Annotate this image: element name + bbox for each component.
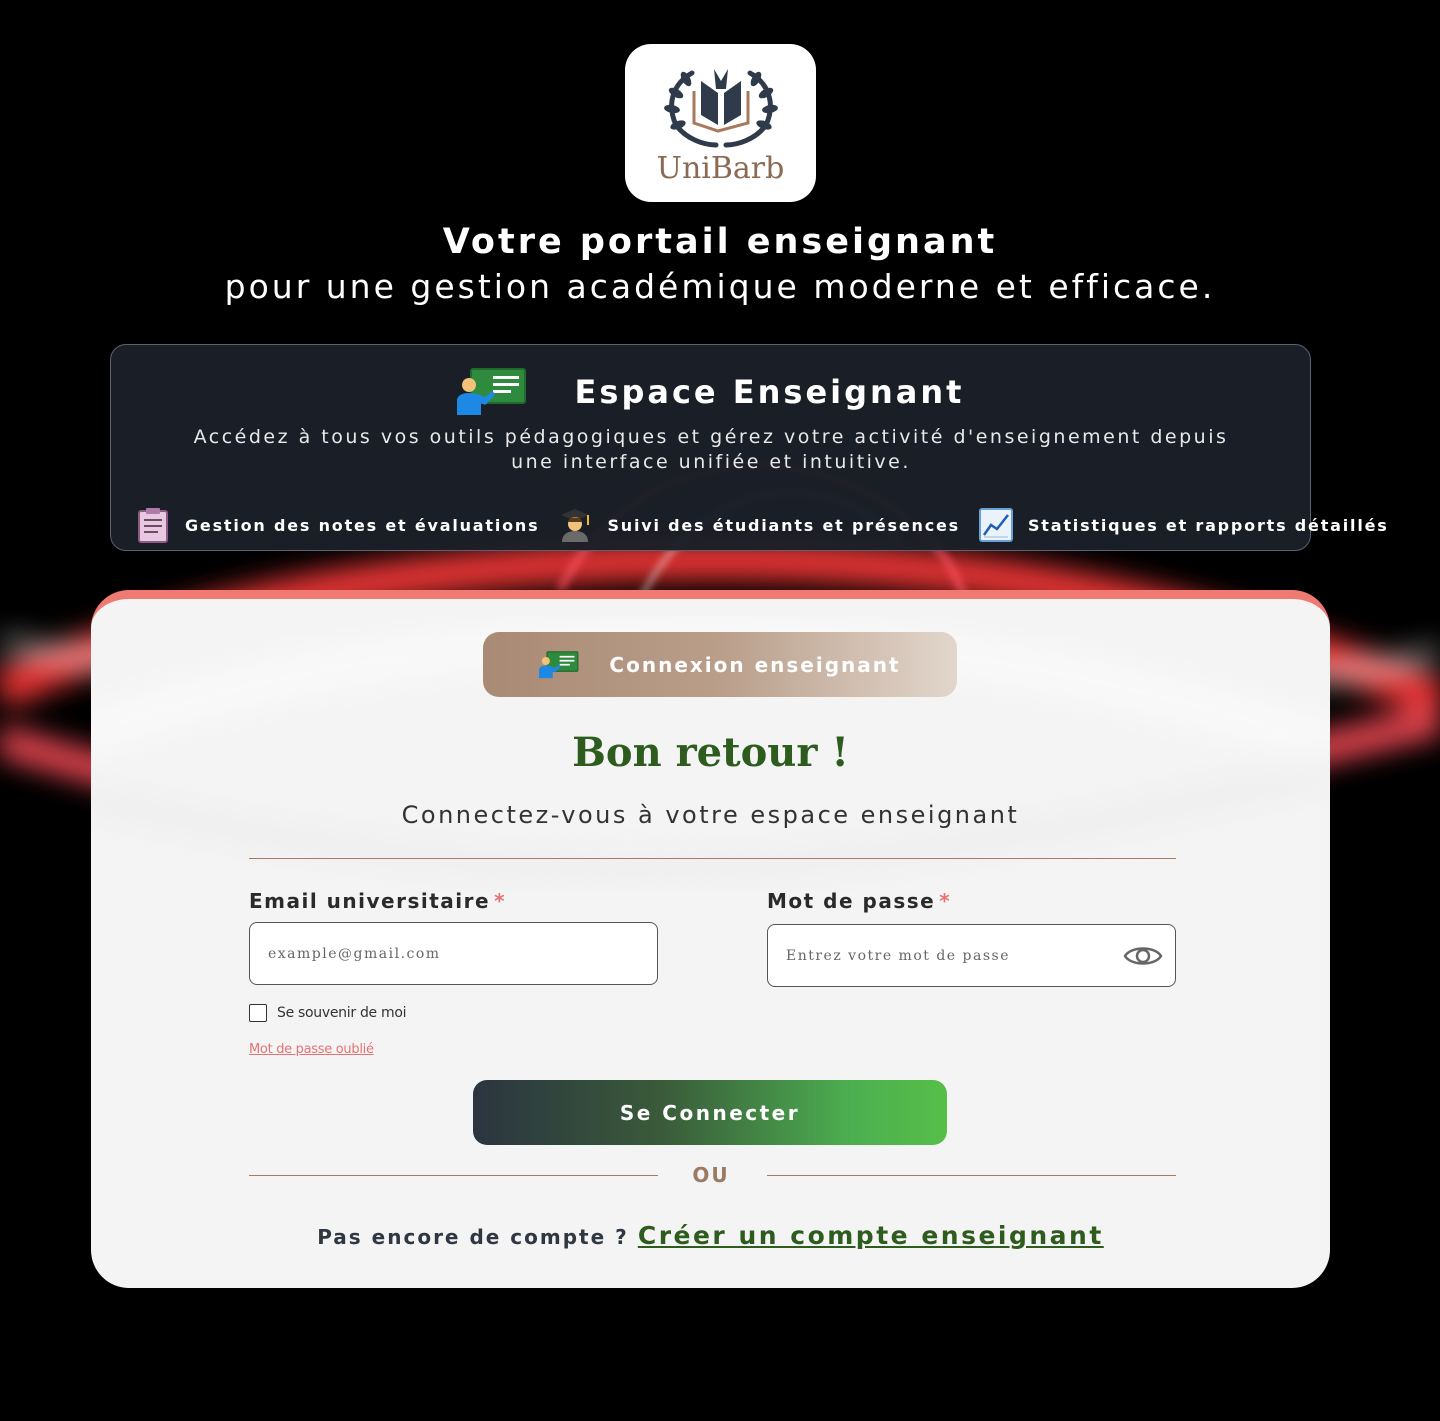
teacher-login-badge: Connexion enseignant [483,632,957,697]
laurel-book-icon [663,68,778,147]
feature-list: Gestion des notes et évaluations Suivi d… [135,507,1407,543]
welcome-heading: Bon retour ! [572,729,849,776]
email-label-text: Email universitaire [249,889,491,913]
feature-label: Suivi des étudiants et présences [607,515,960,535]
password-label: Mot de passe * [767,889,951,913]
or-divider-right [767,1175,1176,1176]
feature-item: Gestion des notes et évaluations [135,507,539,543]
required-mark: * [939,889,952,913]
password-label-text: Mot de passe [767,889,936,913]
feature-label: Statistiques et rapports détaillés [1027,515,1389,535]
logo-wordmark: UniBarb [656,150,785,186]
info-description: Accédez à tous vos outils pédagogiques e… [193,426,1229,473]
email-placeholder: example@gmail.com [268,945,441,962]
feature-label: Gestion des notes et évaluations [185,515,540,535]
clipboard-icon [138,508,168,543]
create-account-link[interactable]: Créer un compte enseignant [638,1221,1104,1250]
required-mark: * [494,889,507,913]
or-divider-left [249,1175,658,1176]
divider [249,858,1176,859]
or-separator: OU [692,1163,730,1187]
teacher-board-icon [539,650,579,678]
chart-icon [978,508,1013,542]
teacher-board-icon [456,368,526,415]
teacher-space-card: Espace Enseignant Accédez à tous vos out… [110,344,1387,551]
signup-row: Pas encore de compte ? Créer un compte e… [91,1221,1330,1250]
student-icon [561,509,590,542]
remember-label: Se souvenir de moi [277,1005,407,1021]
badge-label: Connexion enseignant [609,652,901,677]
email-label: Email universitaire * [249,889,506,913]
feature-item: Suivi des étudiants et présences [557,507,960,543]
remember-checkbox[interactable] [249,1004,267,1022]
remember-me[interactable]: Se souvenir de moi [249,1004,407,1022]
password-placeholder: Entrez votre mot de passe [786,947,1010,964]
login-card: Connexion enseignant Bon retour ! Connec… [91,590,1330,1288]
forgot-password-link[interactable]: Mot de passe oublié [249,1042,374,1057]
signup-question: Pas encore de compte ? [317,1225,629,1249]
login-button[interactable]: Se Connecter [473,1080,947,1145]
hero-subtitle: pour une gestion académique moderne et e… [224,267,1216,306]
welcome-subheading: Connectez-vous à votre espace enseignant [401,801,1020,829]
hero-title: Votre portail enseignant [442,222,998,262]
email-field[interactable]: example@gmail.com [249,922,658,985]
eye-icon[interactable] [1123,941,1163,971]
feature-item: Statistiques et rapports détaillés [978,507,1389,543]
password-field[interactable]: Entrez votre mot de passe [767,924,1176,987]
logo: UniBarb [625,44,816,202]
info-title: Espace Enseignant [574,373,965,411]
login-button-label: Se Connecter [619,1100,801,1125]
